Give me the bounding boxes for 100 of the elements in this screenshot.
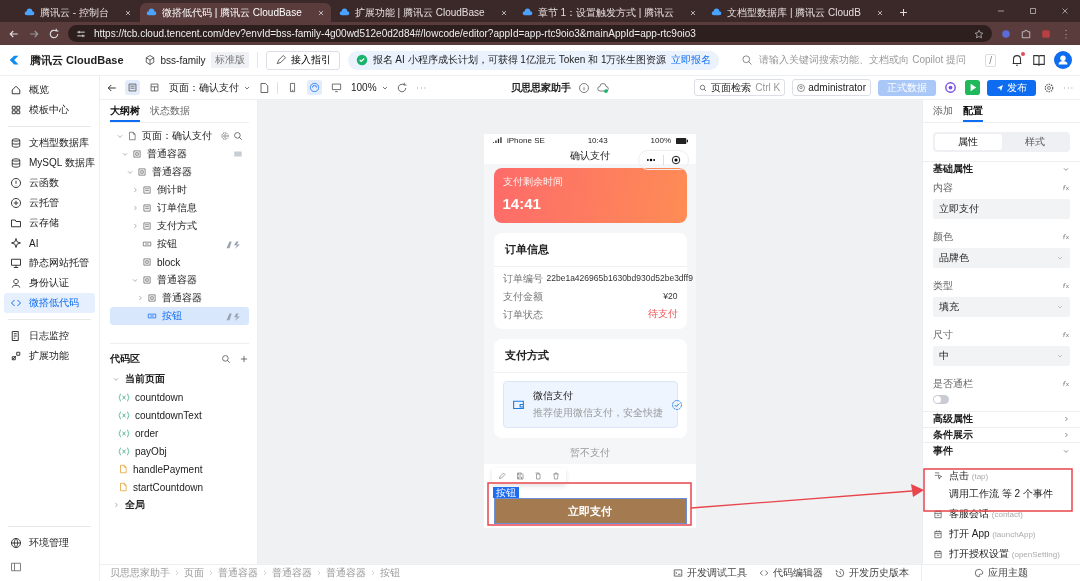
formula-icon[interactable]	[1061, 282, 1070, 290]
formula-icon[interactable]	[1061, 331, 1070, 339]
mode-tab[interactable]: 样式	[1001, 134, 1068, 150]
refresh-icon[interactable]	[395, 81, 408, 94]
browser-tab[interactable]: 章节 1：设置触发方式 | 腾讯云	[515, 3, 704, 22]
signup-link[interactable]: 立即报名	[671, 53, 712, 67]
mode-tab[interactable]: 属性	[935, 134, 1002, 150]
settings-icon[interactable]	[1043, 81, 1055, 94]
close-icon[interactable]	[499, 8, 508, 17]
tree-node[interactable]: 普通容器	[110, 271, 249, 289]
page-selector[interactable]: 页面：确认支付	[169, 80, 251, 95]
close-icon[interactable]	[316, 8, 325, 17]
add-icon[interactable]	[239, 354, 249, 364]
dev-tool-button[interactable]: 开发调试工具	[673, 566, 747, 580]
section-header[interactable]: 条件展示	[923, 426, 1080, 443]
select-field[interactable]: 品牌色	[933, 247, 1070, 268]
layout-icon[interactable]	[147, 80, 162, 95]
bell-icon[interactable]	[1010, 53, 1024, 67]
nav-item[interactable]: 静态网站托管	[4, 253, 95, 273]
tree-node[interactable]: 普通容器	[110, 163, 249, 181]
browser-tab[interactable]: 扩展功能 | 腾讯云 CloudBase	[332, 3, 514, 22]
nav-item[interactable]: 身份认证	[4, 273, 95, 293]
text-input[interactable]: 立即支付	[933, 198, 1070, 219]
select-field[interactable]: 中	[933, 345, 1070, 366]
collapse-icon[interactable]	[10, 561, 22, 573]
page-search-field[interactable]: 页面检索 Ctrl K	[694, 79, 786, 96]
nav-item[interactable]: 文档型数据库	[4, 133, 95, 153]
nav-item[interactable]: 概览	[4, 80, 95, 100]
zoom-selector[interactable]: 100%	[351, 82, 389, 93]
reload-icon[interactable]	[48, 27, 60, 40]
book-icon[interactable]	[1032, 53, 1046, 67]
tree-node[interactable]: 按钮	[110, 307, 249, 325]
nav-item[interactable]: 云函数	[4, 173, 95, 193]
close-icon[interactable]	[875, 8, 884, 17]
copy-icon[interactable]	[534, 472, 542, 480]
nav-item[interactable]: 模板中心	[4, 100, 95, 120]
dev-tool-button[interactable]: 代码编辑器	[759, 566, 823, 580]
guide-button[interactable]: 接入指引	[265, 50, 340, 70]
preview-icon[interactable]	[943, 80, 958, 95]
nav-item[interactable]: 环境管理	[4, 533, 95, 553]
tree-node[interactable]: 倒计时	[110, 181, 249, 199]
nav-item[interactable]: 日志监控	[4, 326, 95, 346]
run-icon[interactable]	[965, 80, 980, 95]
nav-item[interactable]: AI	[4, 233, 95, 253]
browser-tab[interactable]: 微搭低代码 | 腾讯云 CloudBase	[139, 3, 331, 22]
responsive-icon[interactable]	[307, 80, 322, 95]
section-header[interactable]: 基础属性	[923, 161, 1080, 177]
code-item[interactable]: order	[110, 424, 249, 442]
puzzle-icon[interactable]	[1020, 27, 1032, 40]
delete-icon[interactable]	[552, 472, 560, 480]
settings-icon[interactable]	[220, 131, 230, 141]
pay-button[interactable]: 立即支付	[493, 498, 687, 524]
panel-tab[interactable]: 配置	[963, 100, 983, 122]
panel-tab[interactable]: 大纲树	[110, 100, 140, 122]
formula-icon[interactable]	[1061, 184, 1070, 192]
browser-tab[interactable]: 腾讯云 - 控制台	[18, 3, 138, 22]
code-item[interactable]: startCountdown	[110, 478, 249, 496]
save-icon[interactable]	[516, 472, 524, 480]
panel-tab[interactable]: 添加	[933, 100, 953, 122]
code-item[interactable]: countdownText	[110, 406, 249, 424]
theme-button[interactable]: 应用主题	[974, 566, 1028, 580]
tree-node[interactable]: 按钮	[110, 235, 249, 253]
event-item[interactable]: 打开 App (launchApp)	[923, 524, 1080, 544]
panel-tab[interactable]: 状态数据	[150, 100, 190, 122]
nav-item[interactable]: 云托管	[4, 193, 95, 213]
event-item[interactable]: 点击 (tap) 调用工作流 等 2 个事件	[923, 466, 1080, 504]
avatar-icon[interactable]	[1054, 51, 1072, 69]
nav-item[interactable]: MySQL 数据库	[4, 153, 95, 173]
section-header[interactable]: 高级属性	[923, 410, 1080, 427]
target-icon[interactable]	[671, 155, 681, 166]
search-field[interactable]: 请输入关键词搜索功能、文档或向 Copilot 提问 /	[735, 50, 1002, 70]
cloud-check-icon[interactable]	[597, 81, 610, 94]
info-icon[interactable]	[578, 81, 591, 94]
select-field[interactable]: 填充	[933, 296, 1070, 317]
page-icon[interactable]	[258, 81, 270, 94]
nav-item[interactable]: 扩展功能	[4, 346, 95, 366]
code-group[interactable]: 全局	[110, 496, 249, 514]
search-icon[interactable]	[233, 131, 243, 141]
code-item[interactable]: payObj	[110, 442, 249, 460]
browser-tab[interactable]: 文档型数据库 | 腾讯云 CloudB	[705, 3, 890, 22]
desktop-icon[interactable]	[329, 80, 344, 95]
close-icon[interactable]	[123, 8, 132, 17]
extension-icon[interactable]	[1000, 27, 1012, 40]
environment-selector[interactable]: bss-family 标准版	[143, 52, 258, 68]
site-info-icon[interactable]	[76, 28, 86, 39]
tree-node[interactable]: 支付方式	[110, 217, 249, 235]
section-header[interactable]: 事件	[923, 442, 1080, 458]
code-item[interactable]: countdown	[110, 388, 249, 406]
outline-icon[interactable]	[125, 80, 140, 95]
code-group[interactable]: 当前页面	[110, 370, 249, 388]
close-icon[interactable]	[689, 8, 698, 17]
maximize-icon[interactable]	[1028, 6, 1038, 16]
nav-item[interactable]: 微搭低代码	[4, 293, 95, 313]
address-bar[interactable]: https://tcb.cloud.tencent.com/dev?envId=bss-family-4g00wd512e0d2d84#/lowcode/editor?appId=app-rtc9oio3&mainAppId=app-rtc9oio3	[68, 25, 992, 42]
formula-icon[interactable]	[1061, 233, 1070, 241]
tree-node[interactable]: block	[110, 253, 249, 271]
tree-node[interactable]: 普通容器	[110, 145, 249, 163]
formula-icon[interactable]	[1061, 380, 1070, 388]
star-icon[interactable]	[974, 28, 984, 39]
search-icon[interactable]	[221, 354, 231, 364]
